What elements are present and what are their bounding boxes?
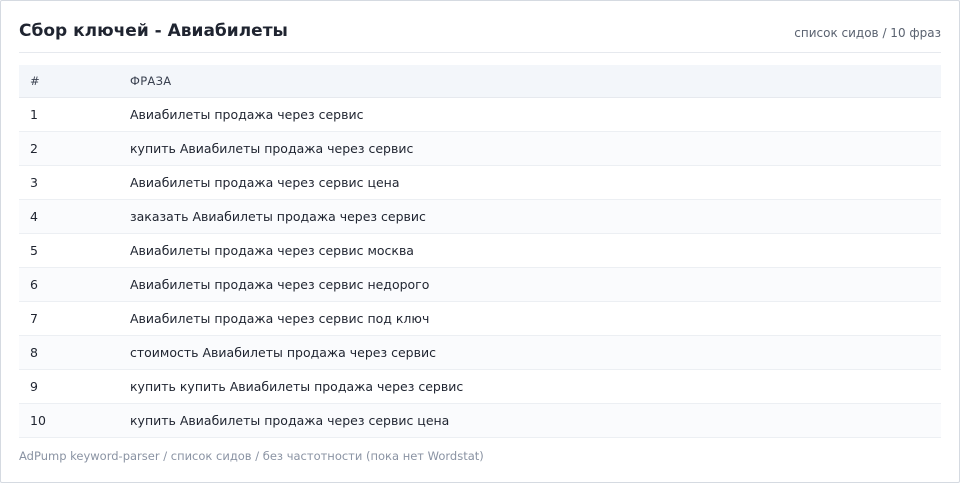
footer-note: AdPump keyword-parser / список сидов / б… [19,449,484,463]
row-phrase: купить купить Авиабилеты продажа через с… [130,369,941,404]
row-phrase: стоимость Авиабилеты продажа через серви… [130,335,941,370]
row-number: 3 [19,165,130,200]
row-phrase: купить Авиабилеты продажа через сервис [130,131,941,166]
row-phrase: Авиабилеты продажа через сервис москва [130,233,941,268]
keywords-table: # ФРАЗА 1 Авиабилеты продажа через серви… [19,65,941,438]
column-header-phrase: ФРАЗА [130,65,941,98]
keywords-card: Сбор ключей - Авиабилеты список сидов / … [0,0,960,483]
row-number: 6 [19,267,130,302]
table-row: 5 Авиабилеты продажа через сервис москва [19,233,941,268]
table-row: 9 купить купить Авиабилеты продажа через… [19,369,941,404]
row-phrase: Авиабилеты продажа через сервис [130,97,941,132]
seed-count-label: список сидов / 10 фраз [794,26,941,40]
row-number: 1 [19,97,130,132]
row-number: 8 [19,335,130,370]
row-phrase: купить Авиабилеты продажа через сервис ц… [130,403,941,438]
row-phrase: заказать Авиабилеты продажа через сервис [130,199,941,234]
table-row: 3 Авиабилеты продажа через сервис цена [19,165,941,200]
table-row: 8 стоимость Авиабилеты продажа через сер… [19,335,941,370]
page-title: Сбор ключей - Авиабилеты [19,21,288,41]
table-row: 6 Авиабилеты продажа через сервис недоро… [19,267,941,302]
row-phrase: Авиабилеты продажа через сервис недорого [130,267,941,302]
table-row: 1 Авиабилеты продажа через сервис [19,97,941,132]
row-number: 4 [19,199,130,234]
column-header-number: # [19,65,130,98]
row-number: 9 [19,369,130,404]
table-row: 2 купить Авиабилеты продажа через сервис [19,131,941,166]
row-phrase: Авиабилеты продажа через сервис под ключ [130,301,941,336]
table-row: 7 Авиабилеты продажа через сервис под кл… [19,301,941,336]
row-number: 5 [19,233,130,268]
table-row: 10 купить Авиабилеты продажа через серви… [19,403,941,438]
card-header: Сбор ключей - Авиабилеты список сидов / … [19,1,941,53]
table-row: 4 заказать Авиабилеты продажа через серв… [19,199,941,234]
table-header-row: # ФРАЗА [19,65,941,98]
row-phrase: Авиабилеты продажа через сервис цена [130,165,941,200]
row-number: 10 [19,403,130,438]
row-number: 7 [19,301,130,336]
row-number: 2 [19,131,130,166]
